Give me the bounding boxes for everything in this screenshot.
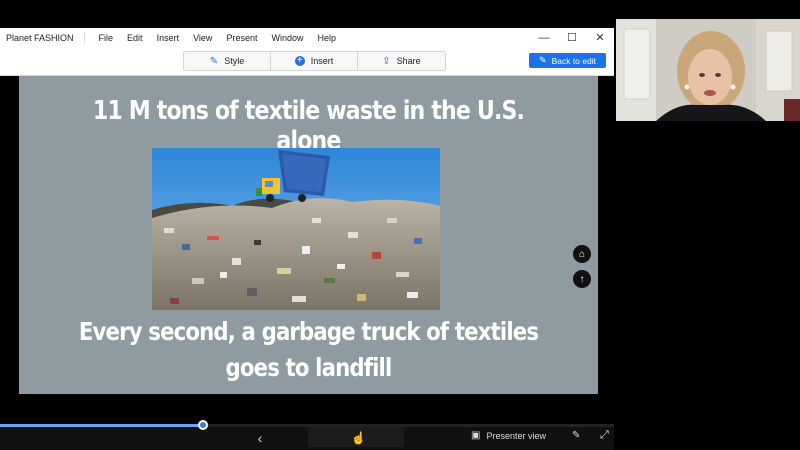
maximize-button[interactable]: ☐ bbox=[558, 28, 586, 48]
menu-view[interactable]: View bbox=[193, 33, 212, 43]
progress-slider-handle[interactable] bbox=[197, 420, 208, 430]
slide-subtitle: Every second, a garbage truck of textile… bbox=[78, 317, 539, 382]
share-button-label: Share bbox=[396, 56, 421, 66]
presenter-view-label: Presenter view bbox=[486, 430, 546, 441]
plus-circle-icon: + bbox=[294, 56, 305, 66]
progress-track[interactable] bbox=[0, 424, 614, 427]
menu-insert[interactable]: Insert bbox=[157, 33, 180, 43]
style-button[interactable]: ✎ Style bbox=[184, 52, 271, 70]
title-bar: Planet FASHION File Edit Insert View Pre… bbox=[0, 28, 614, 48]
landfill-garbage-truck-image bbox=[152, 148, 440, 310]
presenter-webcam-image bbox=[616, 19, 800, 121]
presentation-controls-bar: ‹ ☝ ▣ Presenter view ✎ ⤢ bbox=[0, 420, 614, 450]
slide-title: 11 M tons of textile waste in the U.S. a… bbox=[92, 96, 525, 156]
insert-button[interactable]: + Insert bbox=[271, 52, 358, 70]
toolbar: ✎ Style + Insert ⇪ Share ✎ Back to edit bbox=[0, 48, 614, 76]
presenter-view-icon: ▣ bbox=[471, 430, 481, 441]
share-icon: ⇪ bbox=[382, 55, 391, 67]
home-icon[interactable]: ⌂ bbox=[573, 245, 591, 263]
insert-button-label: Insert bbox=[310, 56, 334, 66]
progress-fill bbox=[0, 424, 203, 427]
fullscreen-icon[interactable]: ⤢ bbox=[600, 429, 609, 442]
menu-file[interactable]: File bbox=[99, 33, 114, 43]
landfill-photo bbox=[152, 148, 440, 310]
back-to-edit-label: Back to edit bbox=[551, 55, 596, 66]
previous-slide-button[interactable]: ‹ bbox=[250, 429, 270, 447]
presenter-view-button[interactable]: ▣ Presenter view bbox=[471, 430, 546, 441]
style-button-label: Style bbox=[224, 56, 245, 66]
pencil-icon: ✎ bbox=[209, 55, 219, 67]
hand-cursor-icon: ☝ bbox=[351, 431, 366, 445]
close-button[interactable]: ✕ bbox=[586, 28, 614, 48]
share-button[interactable]: ⇪ Share bbox=[358, 52, 445, 70]
pen-icon[interactable]: ✎ bbox=[572, 430, 580, 441]
app-title: Planet FASHION bbox=[0, 32, 85, 44]
menu-present[interactable]: Present bbox=[226, 33, 257, 43]
scroll-up-icon[interactable]: ↑ bbox=[573, 270, 591, 288]
minimize-button[interactable]: — bbox=[530, 28, 558, 48]
toolbar-button-group: ✎ Style + Insert ⇪ Share bbox=[183, 51, 446, 71]
slide: 11 M tons of textile waste in the U.S. a… bbox=[19, 76, 598, 394]
webcam-feed bbox=[616, 19, 800, 121]
menu-help[interactable]: Help bbox=[317, 33, 336, 43]
presentation-app-window: Planet FASHION File Edit Insert View Pre… bbox=[0, 28, 614, 450]
menu-edit[interactable]: Edit bbox=[127, 33, 143, 43]
menu-window[interactable]: Window bbox=[271, 33, 303, 43]
window-controls: — ☐ ✕ bbox=[530, 28, 614, 48]
pencil-icon: ✎ bbox=[539, 55, 547, 65]
back-to-edit-button[interactable]: ✎ Back to edit bbox=[529, 53, 606, 68]
